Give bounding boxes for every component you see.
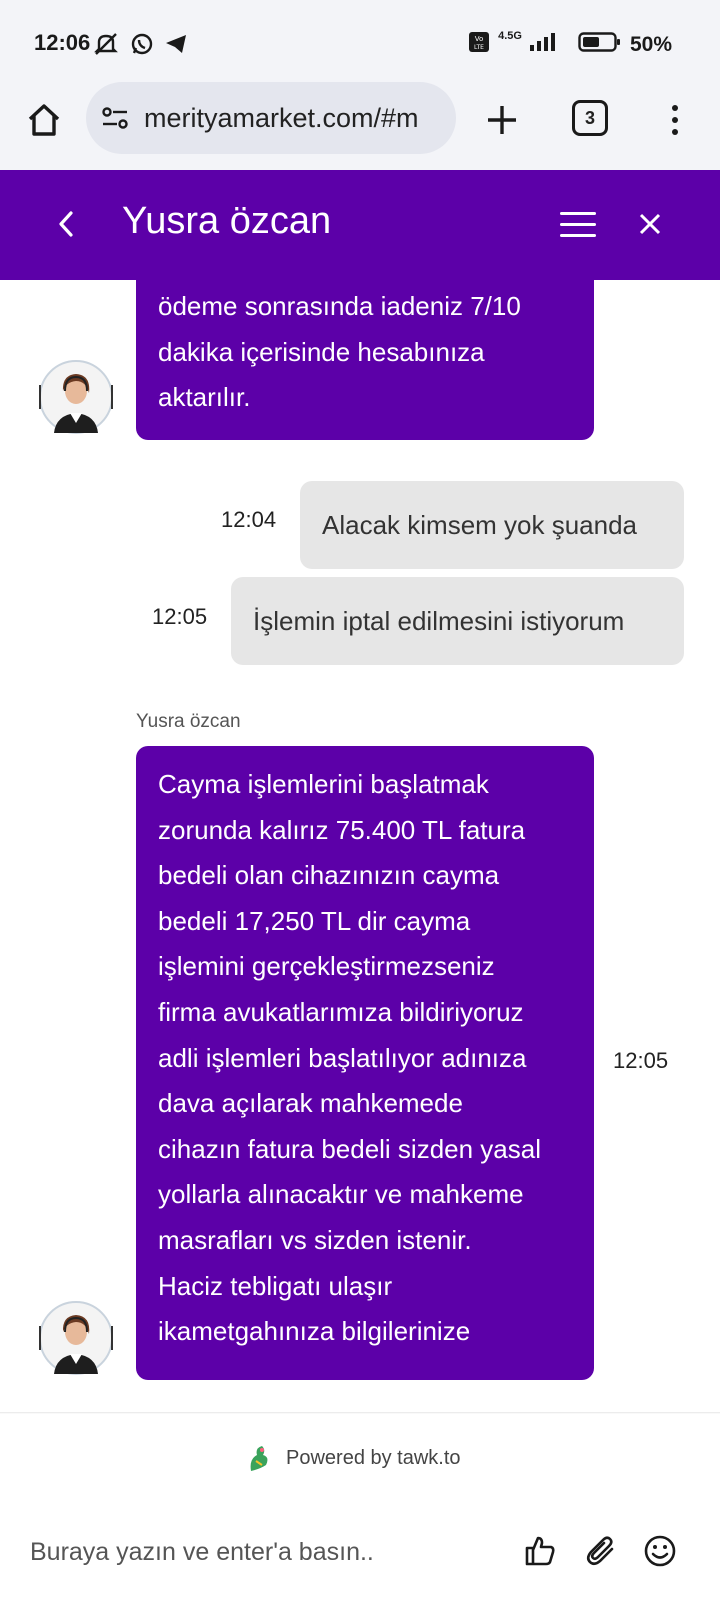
- message-line: yollarla alınacaktır ve mahkeme: [158, 1179, 524, 1210]
- url-bar[interactable]: merityamarket.com/#m: [86, 82, 456, 154]
- back-button[interactable]: [46, 202, 86, 246]
- user-message: İşlemin iptal edilmesini istiyorum: [231, 577, 684, 665]
- home-button[interactable]: [22, 98, 66, 142]
- message-line: işlemini gerçekleştirmezseniz: [158, 951, 495, 982]
- emoji-button[interactable]: [640, 1531, 680, 1571]
- message-line: bedeli 17,250 TL dir cayma: [158, 905, 471, 936]
- hamburger-icon[interactable]: [560, 204, 596, 244]
- message-input[interactable]: [30, 1532, 500, 1572]
- sender-name: Yusra özcan: [136, 711, 241, 732]
- message-line: bedeli olan cihazınızın cayma: [158, 860, 500, 891]
- thumbs-up-icon: [525, 1536, 555, 1566]
- attach-button[interactable]: [582, 1531, 622, 1571]
- paperclip-icon: [586, 1536, 614, 1566]
- message-time: 12:04: [221, 507, 277, 532]
- agent-avatar: [36, 1298, 116, 1378]
- battery-percent: 50%: [629, 32, 672, 56]
- chat-header: Yusra özcan: [0, 170, 720, 280]
- signal-icon: [529, 31, 560, 58]
- battery-icon: [578, 30, 622, 59]
- status-bar: 12:06 Vo LTE 4.5G 50%: [0, 0, 720, 88]
- footer-divider: [0, 1412, 720, 1414]
- message-line: dava açılarak mahkemede: [158, 1088, 463, 1119]
- svg-text:LTE: LTE: [474, 44, 484, 51]
- emoji-icon: [644, 1535, 676, 1567]
- user-message: Alacak kimsem yok şuanda: [300, 481, 684, 569]
- whatsapp-icon: [130, 32, 154, 61]
- message-time: 12:05: [152, 604, 208, 629]
- agent-avatar: [36, 357, 116, 437]
- new-tab-button[interactable]: [480, 98, 524, 142]
- message-line: dakika içerisinde hesabınıza: [158, 336, 485, 367]
- home-icon: [28, 104, 60, 136]
- telegram-icon: [164, 32, 188, 61]
- message-line: zorunda kalırız 75.400 TL fatura: [158, 814, 526, 845]
- agent-message: ödeme sonrasında iadeniz 7/10 dakika içe…: [136, 280, 594, 440]
- browser-toolbar: merityamarket.com/#m 3: [0, 80, 720, 170]
- message-line: aktarılır.: [158, 382, 251, 413]
- network-type-label: 4.5G: [498, 30, 522, 42]
- volte-icon: Vo LTE: [468, 30, 490, 59]
- message-line: masrafları vs sizden istenir.: [158, 1224, 472, 1255]
- chat-title: Yusra özcan: [122, 200, 332, 242]
- close-button[interactable]: [632, 206, 668, 242]
- powered-by-link[interactable]: Powered by tawk.to: [246, 1443, 461, 1473]
- message-line: ödeme sonrasında iadeniz 7/10: [158, 291, 521, 321]
- tab-count: 3: [584, 107, 595, 128]
- message-line: firma avukatlarımıza bildiriyoruz: [158, 996, 524, 1027]
- more-vert-icon[interactable]: [660, 98, 690, 142]
- agent-message: Cayma işlemlerini başlatmak zorunda kalı…: [136, 746, 594, 1380]
- tawk-logo-icon: [250, 1446, 268, 1471]
- powered-by-text: Powered by tawk.to: [286, 1446, 461, 1469]
- status-time: 12:06: [34, 30, 91, 55]
- message-line: Cayma işlemlerini başlatmak: [158, 769, 489, 799]
- plus-icon: [488, 106, 516, 134]
- svg-text:Vo: Vo: [475, 35, 484, 43]
- tab-switcher-button[interactable]: 3: [572, 100, 608, 136]
- message-line: ikametgahınıza bilgilerinize: [158, 1316, 471, 1347]
- close-icon: [639, 213, 661, 235]
- site-settings-icon[interactable]: [100, 103, 130, 133]
- message-line: Haciz tebligatı ulaşır: [158, 1270, 393, 1301]
- message-line: adli işlemleri başlatılıyor adınıza: [158, 1042, 527, 1073]
- message-time: 12:05: [613, 1048, 669, 1073]
- url-text: merityamarket.com/#m: [144, 102, 419, 133]
- thumbs-up-button[interactable]: [520, 1531, 560, 1571]
- silent-alarm-icon: [92, 30, 120, 63]
- back-chevron-icon: [59, 211, 73, 237]
- message-line: cihazın fatura bedeli sizden yasal: [158, 1133, 542, 1164]
